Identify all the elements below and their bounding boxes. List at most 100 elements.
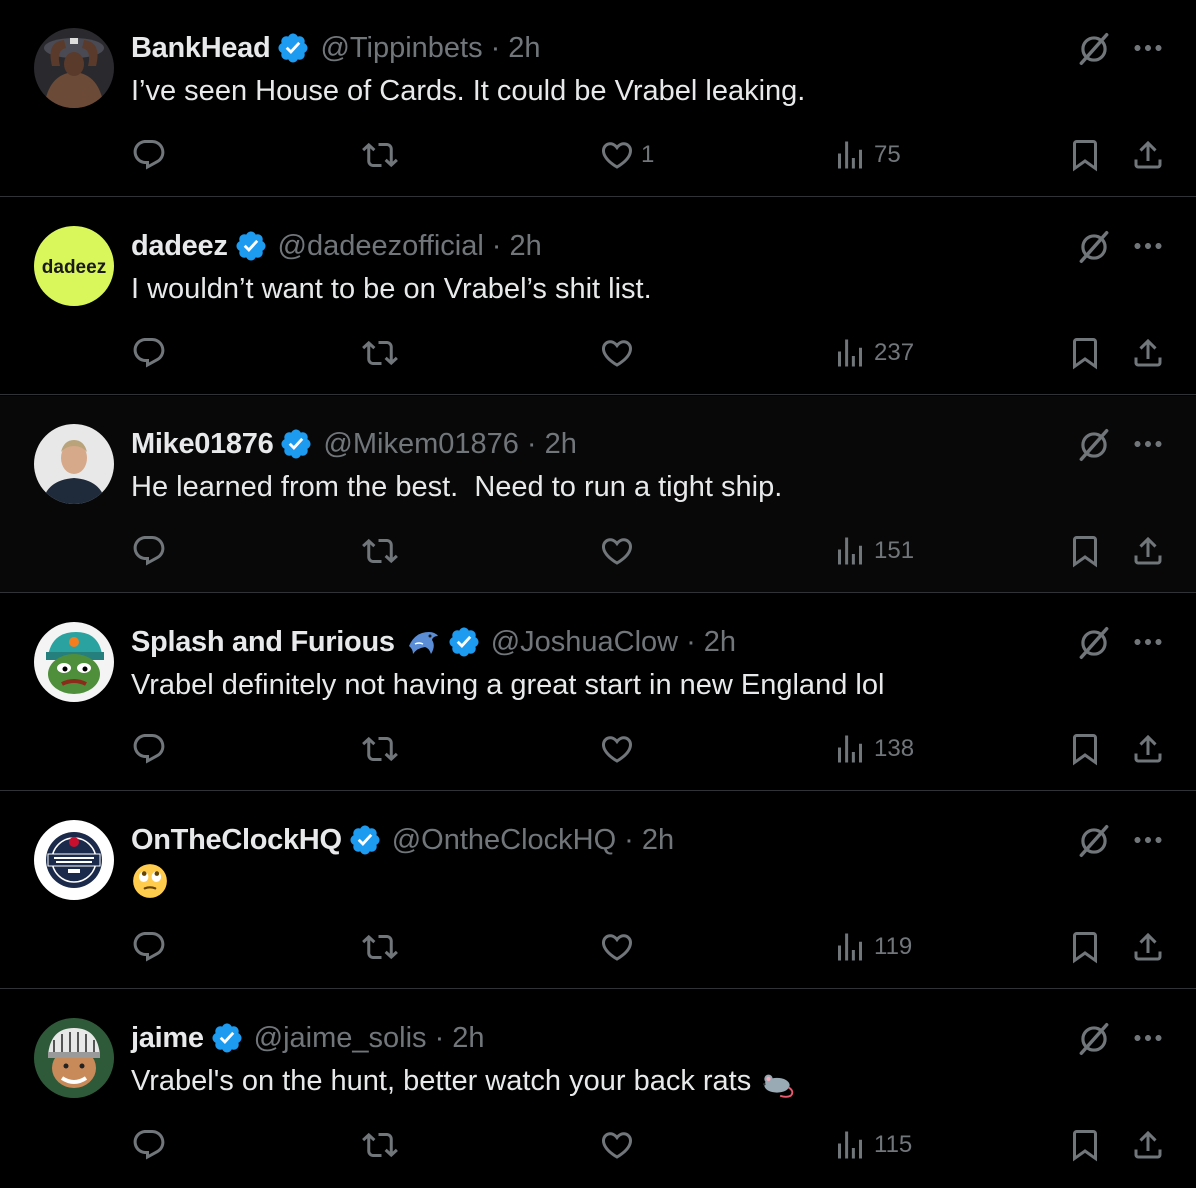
timestamp[interactable]: 2h xyxy=(508,32,540,65)
bookmark-button[interactable] xyxy=(1067,925,1103,969)
avatar[interactable] xyxy=(34,820,114,900)
avatar[interactable] xyxy=(34,1018,114,1098)
retweet-button[interactable] xyxy=(362,529,398,573)
bookmark-button[interactable] xyxy=(1067,1123,1103,1167)
views-button[interactable]: 151 xyxy=(832,529,914,573)
reply-icon xyxy=(131,335,167,371)
share-button[interactable] xyxy=(1130,1123,1166,1167)
tweet[interactable]: Mike01876 @Mikem01876 · 2h He learned fr… xyxy=(0,396,1196,593)
verified-badge-icon xyxy=(279,427,313,461)
like-button[interactable] xyxy=(599,727,635,771)
tweet-text-content: I’ve seen House of Cards. It could be Vr… xyxy=(131,75,806,107)
views-button[interactable]: 75 xyxy=(832,133,901,177)
bookmark-icon xyxy=(1067,533,1103,569)
tweet-text-content: I wouldn’t want to be on Vrabel’s shit l… xyxy=(131,273,652,305)
views-button[interactable]: 138 xyxy=(832,727,914,771)
views-button[interactable]: 115 xyxy=(832,1123,912,1167)
share-button[interactable] xyxy=(1130,331,1166,375)
views-button[interactable]: 237 xyxy=(832,331,914,375)
tweet-text: Vrabel's on the hunt, better watch your … xyxy=(131,1060,797,1102)
grok-icon[interactable] xyxy=(1075,228,1113,266)
share-button[interactable] xyxy=(1130,529,1166,573)
display-name[interactable]: Splash and Furious xyxy=(131,626,395,659)
bookmark-icon xyxy=(1067,1127,1103,1163)
handle[interactable]: @dadeezofficial xyxy=(278,230,484,263)
handle[interactable]: @Tippinbets xyxy=(320,32,482,65)
grok-icon[interactable] xyxy=(1075,1020,1113,1058)
share-button[interactable] xyxy=(1130,133,1166,177)
tweet[interactable]: jaime @jaime_solis · 2h Vrabel's on the … xyxy=(0,990,1196,1188)
views-icon xyxy=(832,533,868,569)
share-button[interactable] xyxy=(1130,925,1166,969)
bookmark-button[interactable] xyxy=(1067,529,1103,573)
like-button[interactable] xyxy=(599,925,635,969)
more-icon[interactable] xyxy=(1130,426,1166,462)
more-icon[interactable] xyxy=(1130,822,1166,858)
bookmark-button[interactable] xyxy=(1067,331,1103,375)
bookmark-button[interactable] xyxy=(1067,727,1103,771)
timestamp[interactable]: 2h xyxy=(452,1022,484,1055)
avatar-logo-text: dadeez xyxy=(42,257,106,278)
grok-icon[interactable] xyxy=(1075,624,1113,662)
bookmark-button[interactable] xyxy=(1067,133,1103,177)
timestamp[interactable]: 2h xyxy=(545,428,577,461)
display-name[interactable]: OnTheClockHQ xyxy=(131,824,342,857)
like-button[interactable] xyxy=(599,331,635,375)
tweet[interactable]: BankHead @Tippinbets · 2h I’ve seen Hous… xyxy=(0,0,1196,197)
retweet-button[interactable] xyxy=(362,727,398,771)
timestamp[interactable]: 2h xyxy=(509,230,541,263)
avatar[interactable]: dadeez xyxy=(34,226,114,306)
reply-button[interactable] xyxy=(131,1123,167,1167)
heart-icon xyxy=(599,1127,635,1163)
like-button[interactable] xyxy=(599,1123,635,1167)
avatar[interactable] xyxy=(34,622,114,702)
handle[interactable]: @jaime_solis xyxy=(254,1022,427,1055)
tweet[interactable]: OnTheClockHQ @OntheClockHQ · 2h 119 xyxy=(0,792,1196,989)
heart-icon xyxy=(599,335,635,371)
display-name[interactable]: jaime xyxy=(131,1022,204,1055)
retweet-button[interactable] xyxy=(362,925,398,969)
tweet[interactable]: dadeez dadeez @dadeezofficial · 2h I wou… xyxy=(0,198,1196,395)
like-button[interactable]: 1 xyxy=(599,133,654,177)
verified-badge-icon xyxy=(276,31,310,65)
bookmark-icon xyxy=(1067,335,1103,371)
handle[interactable]: @OntheClockHQ xyxy=(392,824,616,857)
timestamp[interactable]: 2h xyxy=(642,824,674,857)
retweet-button[interactable] xyxy=(362,331,398,375)
avatar[interactable] xyxy=(34,28,114,108)
reply-button[interactable] xyxy=(131,133,167,177)
reply-button[interactable] xyxy=(131,727,167,771)
more-icon[interactable] xyxy=(1130,624,1166,660)
retweet-button[interactable] xyxy=(362,133,398,177)
timestamp[interactable]: 2h xyxy=(704,626,736,659)
grok-icon[interactable] xyxy=(1075,426,1113,464)
more-icon[interactable] xyxy=(1130,30,1166,66)
retweet-button[interactable] xyxy=(362,1123,398,1167)
grok-icon[interactable] xyxy=(1075,822,1113,860)
handle[interactable]: @Mikem01876 xyxy=(323,428,518,461)
avatar[interactable] xyxy=(34,424,114,504)
share-button[interactable] xyxy=(1130,727,1166,771)
tweet-text-content: Vrabel definitely not having a great sta… xyxy=(131,669,885,701)
like-button[interactable] xyxy=(599,529,635,573)
views-button[interactable]: 119 xyxy=(832,925,912,969)
grok-icon[interactable] xyxy=(1075,30,1113,68)
reply-icon xyxy=(131,929,167,965)
separator: · xyxy=(624,823,634,856)
reply-button[interactable] xyxy=(131,925,167,969)
share-icon xyxy=(1130,1127,1166,1163)
reply-button[interactable] xyxy=(131,529,167,573)
handle[interactable]: @JoshuaClow xyxy=(491,626,678,659)
heart-icon xyxy=(599,137,635,173)
view-count: 151 xyxy=(874,537,915,564)
separator: · xyxy=(526,427,537,460)
display-name[interactable]: dadeez xyxy=(131,230,228,263)
reply-button[interactable] xyxy=(131,331,167,375)
display-name[interactable]: Mike01876 xyxy=(131,428,274,461)
tweet[interactable]: Splash and Furious @JoshuaClow · 2h Vrab… xyxy=(0,594,1196,791)
more-icon[interactable] xyxy=(1130,1020,1166,1056)
share-icon xyxy=(1130,731,1166,767)
retweet-icon xyxy=(362,533,398,569)
display-name[interactable]: BankHead xyxy=(131,32,271,65)
more-icon[interactable] xyxy=(1130,228,1166,264)
